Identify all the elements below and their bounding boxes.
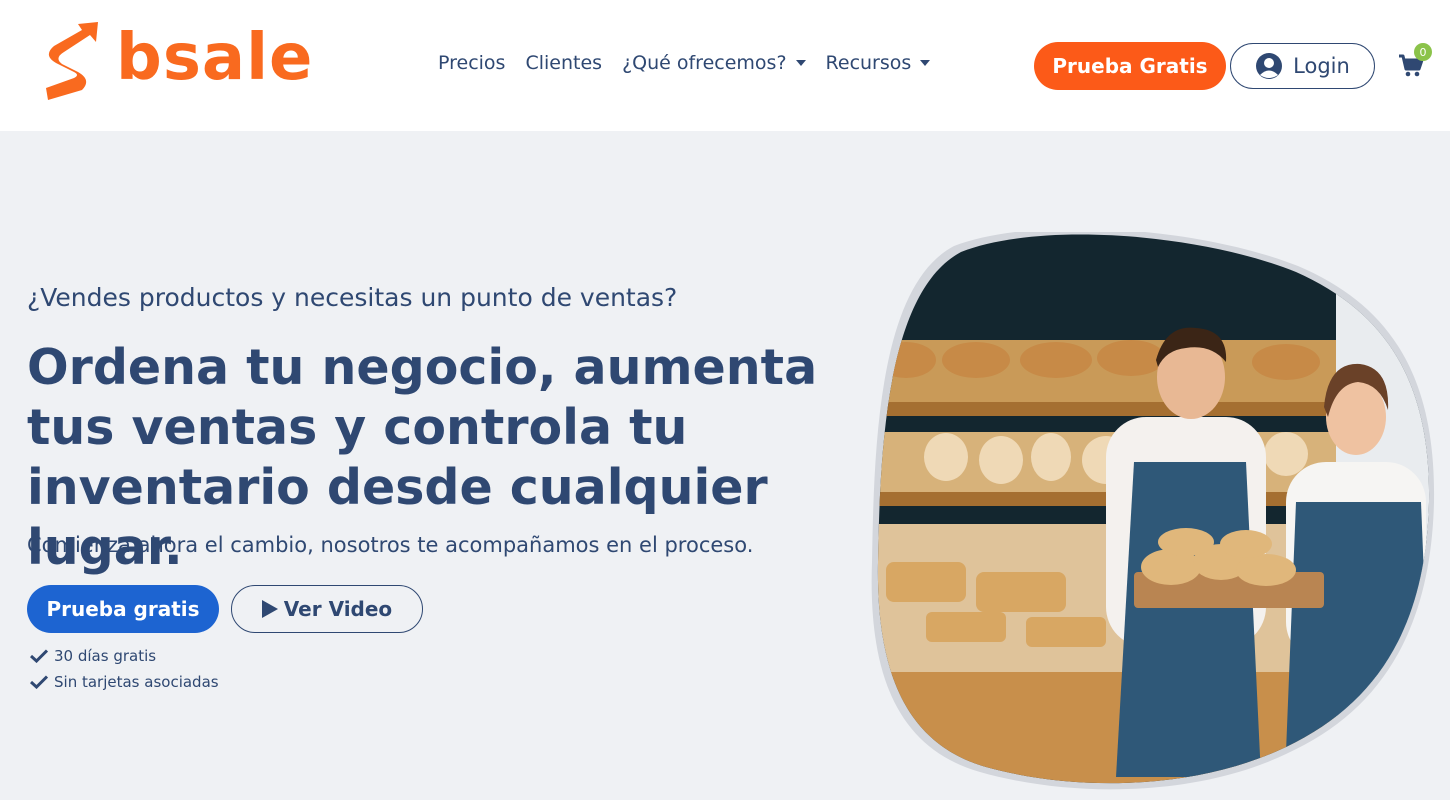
play-icon — [261, 600, 278, 618]
chevron-down-icon — [920, 60, 931, 66]
logo-text: bsale — [116, 21, 314, 95]
nav-item-label: Precios — [438, 52, 506, 74]
nav-item-recursos[interactable]: Recursos — [826, 52, 931, 74]
watch-video-label: Ver Video — [283, 597, 393, 621]
nav-item-clientes[interactable]: Clientes — [525, 52, 602, 74]
benefit-label: 30 días gratis — [54, 647, 157, 665]
nav-item-label: Recursos — [825, 52, 912, 74]
nav-item-label: ¿Qué ofrecemos? — [622, 52, 787, 74]
check-icon — [30, 675, 48, 689]
benefit-label: Sin tarjetas asociadas — [54, 673, 219, 691]
login-label: Login — [1293, 54, 1350, 78]
hero-photo — [871, 232, 1435, 790]
user-circle-icon — [1256, 53, 1283, 79]
check-icon — [30, 649, 48, 663]
nav-item-que-ofrecemos[interactable]: ¿Qué ofrecemos? — [622, 52, 806, 74]
benefits-list: 30 días gratis Sin tarjetas asociadas — [30, 643, 219, 695]
hero-subline: Comienza ahora el cambio, nosotros te ac… — [27, 533, 754, 557]
main-nav: Precios Clientes ¿Qué ofrecemos? Recurso… — [438, 52, 950, 74]
benefit-item: 30 días gratis — [30, 643, 219, 669]
login-button[interactable]: Login — [1230, 43, 1375, 89]
hero-eyebrow: ¿Vendes productos y necesitas un punto d… — [27, 283, 678, 312]
hero-free-trial-button[interactable]: Prueba gratis — [27, 585, 219, 633]
nav-item-label: Clientes — [525, 52, 603, 74]
watch-video-button[interactable]: Ver Video — [231, 585, 423, 633]
site-header: bsale Precios Clientes ¿Qué ofrecemos? R… — [0, 0, 1450, 131]
cart-count-badge: 0 — [1414, 43, 1432, 61]
free-trial-button[interactable]: Prueba Gratis — [1034, 42, 1226, 90]
benefit-item: Sin tarjetas asociadas — [30, 669, 219, 695]
bsale-logo-icon — [46, 22, 98, 100]
nav-item-precios[interactable]: Precios — [438, 52, 505, 74]
chevron-down-icon — [795, 60, 806, 66]
logo[interactable]: bsale — [44, 22, 313, 102]
